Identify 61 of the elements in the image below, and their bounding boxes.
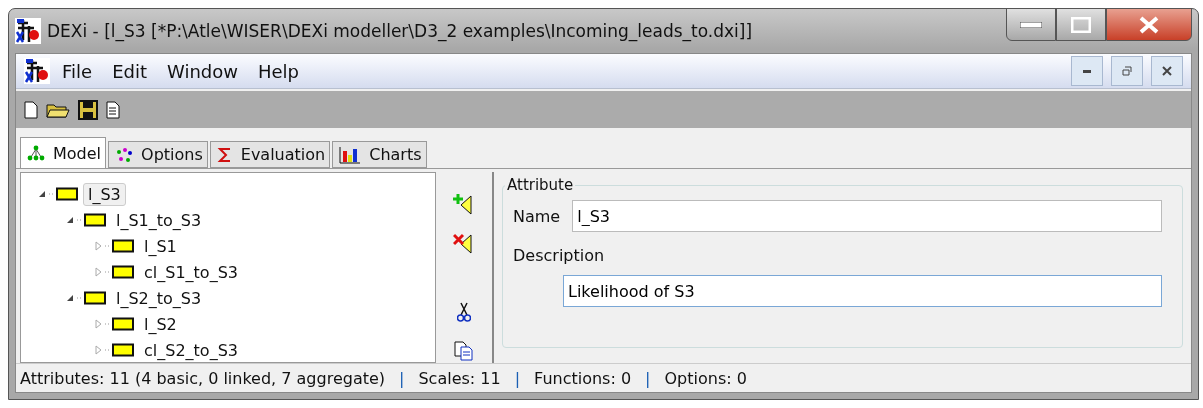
tab[interactable]: Options xyxy=(108,141,208,168)
tree-item[interactable]: l_S1_to_S3 xyxy=(111,208,207,232)
scissors-icon[interactable] xyxy=(457,300,471,325)
bar-chart-icon xyxy=(339,145,362,164)
name-field[interactable]: l_S3 xyxy=(572,200,1162,232)
field-label: Name xyxy=(513,206,561,226)
node-box-icon xyxy=(105,317,135,331)
dots-icon xyxy=(115,146,134,163)
add-attribute-icon[interactable] xyxy=(453,192,475,217)
tree-item[interactable]: l_S2 xyxy=(139,312,182,336)
restore-icon xyxy=(1122,66,1132,76)
tab[interactable]: Model xyxy=(20,137,107,168)
tree-item[interactable]: cl_S1_to_S3 xyxy=(139,260,243,284)
tree-item[interactable]: cl_S2_to_S3 xyxy=(139,338,243,362)
tree-item[interactable]: l_S2_to_S3 xyxy=(111,286,207,310)
window-title: DEXi - [l_S3 [*P:\Atle\WISER\DEXi modeller\D3_2 examples\Incoming_leads_to.dxi]] xyxy=(47,21,754,41)
copy-icon[interactable] xyxy=(454,338,474,364)
status-separator: | xyxy=(399,368,405,388)
node-box-icon xyxy=(49,187,79,201)
menu-item[interactable]: Edit xyxy=(104,60,155,82)
expanded-triangle-icon[interactable] xyxy=(66,294,74,302)
maximize-icon xyxy=(1071,16,1091,33)
status-separator: | xyxy=(514,368,521,388)
menu-item[interactable]: Help xyxy=(249,60,307,82)
description-field[interactable]: Likelihood of S3 xyxy=(563,275,1162,307)
maximize-button[interactable] xyxy=(1056,8,1106,41)
app-logo-icon xyxy=(15,18,41,44)
status-text: Options: 0 xyxy=(664,368,747,388)
tree-icon xyxy=(27,145,45,161)
close-button[interactable] xyxy=(1106,8,1192,41)
status-separator: | xyxy=(645,368,651,388)
tab[interactable]: Charts xyxy=(332,141,427,168)
node-box-icon xyxy=(77,213,107,227)
expanded-triangle-icon[interactable] xyxy=(66,216,74,224)
menu-item[interactable]: Window xyxy=(159,60,246,82)
minimize-button[interactable] xyxy=(1006,8,1056,41)
sigma-icon xyxy=(216,146,233,163)
tree-item[interactable]: l_S3 xyxy=(83,182,126,206)
expanded-triangle-icon[interactable] xyxy=(38,190,46,198)
node-box-icon xyxy=(77,291,107,305)
close-icon xyxy=(1162,66,1172,76)
close-icon xyxy=(1139,15,1159,34)
status-text: Scales: 11 xyxy=(418,368,501,388)
new-file-icon[interactable] xyxy=(24,100,38,119)
minimize-button[interactable] xyxy=(1071,56,1103,86)
field-label: Description xyxy=(513,246,605,265)
document-icon[interactable] xyxy=(106,100,120,119)
node-box-icon xyxy=(105,265,135,279)
menu-item[interactable]: File xyxy=(54,60,101,82)
tab[interactable]: Evaluation xyxy=(209,141,331,168)
close-button[interactable] xyxy=(1151,56,1183,86)
save-icon[interactable] xyxy=(78,99,98,120)
group-title: Attribute xyxy=(506,176,575,194)
status-text: Functions: 0 xyxy=(534,368,632,388)
app-logo-icon xyxy=(24,58,50,84)
node-box-icon xyxy=(105,239,135,253)
node-box-icon xyxy=(105,343,135,357)
minimize-icon xyxy=(1020,21,1042,28)
tree-item[interactable]: l_S1 xyxy=(139,234,182,258)
status-text: Attributes: 11 (4 basic, 0 linked, 7 aggregate) xyxy=(20,368,386,388)
minimize-icon xyxy=(1083,69,1091,73)
